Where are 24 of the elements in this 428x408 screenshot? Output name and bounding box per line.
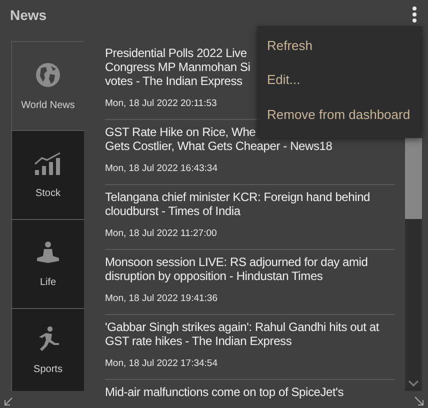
meditation-icon <box>35 240 61 264</box>
menu-item[interactable]: Refresh <box>257 35 422 70</box>
globe-icon <box>35 62 61 88</box>
article-date: Mon, 18 Jul 2022 11:27:00 <box>105 228 218 240</box>
category-tab[interactable]: Life <box>11 219 84 308</box>
article-date: Mon, 18 Jul 2022 17:34:54 <box>105 358 219 370</box>
category-tab[interactable]: Stock <box>11 130 84 219</box>
category-tab[interactable]: Sports <box>11 308 84 391</box>
widget-title: News <box>10 7 47 23</box>
menu-item[interactable]: Edit... <box>257 69 422 104</box>
resize-icon[interactable] <box>414 396 424 406</box>
scroll-down-icon[interactable] <box>408 380 419 387</box>
article-headline[interactable]: Telangana chief minister KCR: Foreign hand behind cloudburst - Times of India <box>105 190 395 218</box>
category-tab[interactable]: World News <box>11 41 84 130</box>
more-options-icon[interactable] <box>412 6 417 23</box>
article-date: Mon, 18 Jul 2022 16:43:34 <box>105 163 219 175</box>
menu-item[interactable]: Remove from dashboard <box>257 104 422 138</box>
bar-chart-icon <box>34 152 62 176</box>
article-headline[interactable]: Mid-air malfunctions come on top of SpiceJet's <box>105 385 395 399</box>
article-headline[interactable]: 'Gabbar Singh strikes again': Rahul Gandhi hits out at GST rate hikes - The Indian Express <box>105 320 395 348</box>
article-date: Mon, 18 Jul 2022 19:41:36 <box>105 293 219 305</box>
article-headline[interactable]: Monsoon session LIVE: RS adjourned for day amid disruption by opposition - Hindustan Times <box>105 255 395 283</box>
expand-icon[interactable] <box>4 396 14 406</box>
article-date: Mon, 18 Jul 2022 20:11:53 <box>105 98 218 110</box>
